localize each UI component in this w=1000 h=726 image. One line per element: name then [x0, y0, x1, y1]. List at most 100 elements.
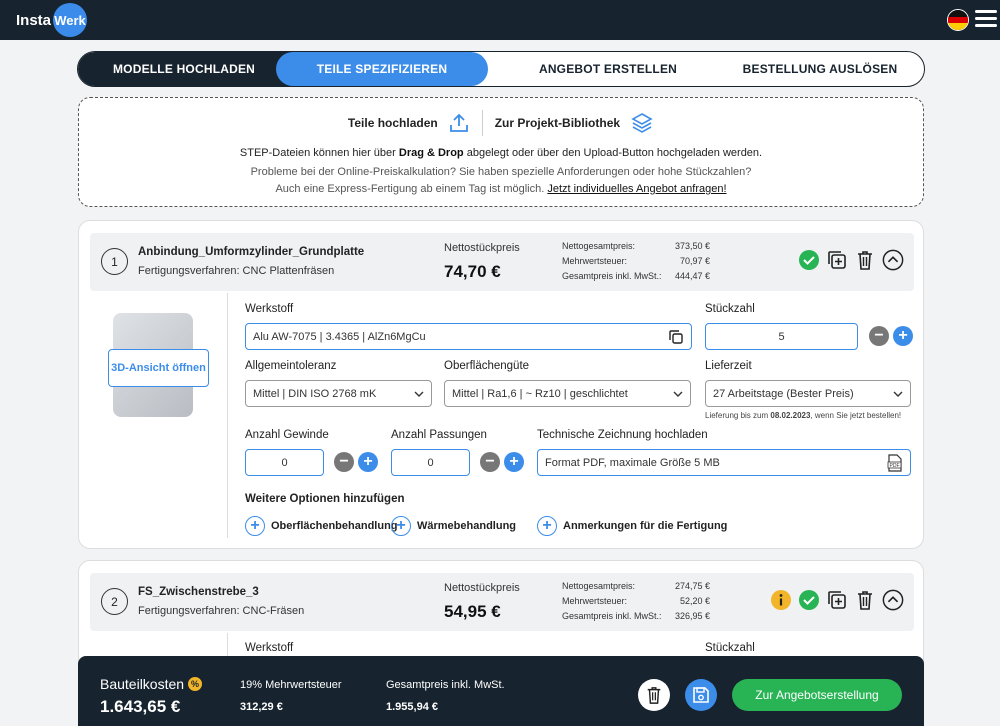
drawing-label: Technische Zeichnung hochladen — [537, 429, 708, 441]
vat-total: 52,20 € — [679, 596, 710, 606]
top-bar: Insta Werk — [0, 0, 1000, 40]
material-field[interactable]: Alu AW-7075 | 3.4365 | AlZn6MgCu — [245, 323, 692, 350]
trash-icon[interactable] — [854, 589, 876, 611]
unit-price: 74,70 € — [444, 262, 501, 281]
add-heat-treatment-button[interactable]: + Wärmebehandlung — [391, 516, 516, 536]
pdf-icon[interactable]: PDF — [887, 453, 903, 472]
upload-parts-button[interactable]: Teile hochladen — [336, 112, 482, 134]
summary-bar: Bauteilkosten % 1.643,65 € 19% Mehrwerts… — [78, 656, 924, 726]
trash-icon[interactable] — [854, 249, 876, 271]
fits-label: Anzahl Passungen — [391, 429, 487, 441]
add-surface-treatment-button[interactable]: + Oberflächenbehandlung — [245, 516, 398, 536]
chevron-down-icon — [673, 391, 683, 397]
duplicate-icon[interactable] — [826, 589, 848, 611]
chevron-down-icon — [893, 391, 903, 397]
tolerance-select[interactable]: Mittel | DIN ISO 2768 mK — [245, 380, 432, 407]
threads-stepper: − + — [334, 452, 378, 472]
check-icon — [798, 249, 820, 271]
step-create-quote[interactable]: ANGEBOT ERSTELLEN — [502, 52, 714, 86]
material-label: Werkstoff — [245, 303, 294, 315]
upload-express-text: Auch eine Express-Fertigung ab einem Tag… — [275, 183, 727, 195]
chevron-up-icon[interactable] — [882, 589, 904, 611]
flag-de-icon[interactable] — [947, 9, 969, 31]
delivery-label: Lieferzeit — [705, 360, 752, 372]
part-number: 1 — [101, 248, 128, 275]
unit-price-label: Nettostückpreis — [444, 242, 520, 254]
custom-quote-link[interactable]: Jetzt individuelles Angebot anfragen! — [547, 183, 726, 195]
vat-value: 312,29 € — [240, 701, 283, 713]
quantity-label: Stückzahl — [705, 642, 755, 654]
tolerance-label: Allgemeintoleranz — [245, 360, 337, 372]
upload-dropzone[interactable]: Teile hochladen Zur Projekt-Bibliothek S… — [78, 97, 924, 207]
vat-total: 70,97 € — [679, 256, 710, 266]
net-total: 274,75 € — [674, 581, 710, 591]
quantity-stepper: − + — [869, 326, 913, 346]
percent-icon[interactable]: % — [188, 677, 203, 691]
vat-label: 19% Mehrwertsteuer — [240, 679, 342, 691]
plus-circle-icon: + — [245, 516, 265, 536]
upload-label: Teile hochladen — [347, 116, 438, 130]
add-manufacturing-notes-button[interactable]: + Anmerkungen für die Fertigung — [537, 516, 727, 536]
quantity-label: Stückzahl — [705, 303, 755, 315]
duplicate-icon[interactable] — [826, 249, 848, 271]
go-to-quote-button[interactable]: Zur Angebotserstellung — [732, 679, 902, 711]
delivery-select[interactable]: 27 Arbeitstage (Bester Preis) — [705, 380, 911, 407]
price-summary: Nettogesamtpreis: 274,75 € Mehrwertsteuer… — [562, 581, 710, 626]
threads-increase-button[interactable]: + — [358, 452, 378, 472]
menu-icon[interactable] — [975, 10, 997, 30]
open-3d-view-button[interactable]: 3D-Ansicht öffnen — [108, 349, 209, 387]
gross-total: 326,95 € — [674, 611, 710, 621]
part-card: 1 Anbindung_Umformzylinder_Grundplatte F… — [78, 220, 924, 549]
drawing-upload-field[interactable]: Format PDF, maximale Größe 5 MB PDF — [537, 449, 911, 476]
step-place-order[interactable]: BESTELLUNG AUSLÖSEN — [714, 52, 924, 86]
logo-text-insta: Insta — [16, 11, 52, 29]
surface-label: Oberflächengüte — [444, 360, 530, 372]
net-total: 373,50 € — [674, 241, 710, 251]
fits-increase-button[interactable]: + — [504, 452, 524, 472]
trash-icon — [647, 687, 661, 704]
delivery-note: Lieferung bis zum 08.02.2023, wenn Sie j… — [705, 411, 902, 420]
part-number: 2 — [101, 588, 128, 615]
plus-circle-icon: + — [537, 516, 557, 536]
quantity-increase-button[interactable]: + — [893, 326, 913, 346]
check-icon — [798, 589, 820, 611]
part-process: Fertigungsverfahren: CNC-Fräsen — [138, 605, 305, 617]
chevron-down-icon — [414, 391, 424, 397]
project-library-button[interactable]: Zur Projekt-Bibliothek — [483, 111, 666, 135]
save-icon — [693, 687, 709, 703]
surface-select[interactable]: Mittel | Ra1,6 | ~ Rz10 | geschlichtet — [444, 380, 691, 407]
logo[interactable]: Insta Werk — [16, 3, 88, 37]
material-label: Werkstoff — [245, 642, 294, 654]
unit-price: 54,95 € — [444, 602, 501, 621]
info-icon[interactable] — [770, 589, 792, 611]
step-specify-parts[interactable]: TEILE SPEZIFIZIEREN — [276, 52, 488, 86]
part-cost-value: 1.643,65 € — [100, 697, 181, 716]
part-name: FS_Zwischenstrebe_3 — [138, 586, 259, 598]
fits-input[interactable]: 0 — [391, 449, 470, 476]
logo-text-werk: Werk — [53, 3, 88, 37]
threads-input[interactable]: 0 — [245, 449, 324, 476]
library-label: Zur Projekt-Bibliothek — [494, 116, 621, 130]
delete-all-button[interactable] — [638, 679, 670, 711]
upload-help-text: Probleme bei der Online-Preiskalkulation… — [250, 166, 752, 178]
price-summary: Nettogesamtpreis: 373,50 € Mehrwertsteuer… — [562, 241, 710, 286]
part-name: Anbindung_Umformzylinder_Grundplatte — [138, 246, 365, 258]
fits-decrease-button[interactable]: − — [480, 452, 500, 472]
save-button[interactable] — [685, 679, 717, 711]
layers-icon — [630, 111, 654, 135]
part-header: 2 FS_Zwischenstrebe_3 Fertigungsverfahre… — [90, 573, 914, 631]
progress-stepper: MODELLE HOCHLADEN TEILE SPEZIFIZIEREN AN… — [77, 51, 925, 87]
chevron-up-icon[interactable] — [882, 249, 904, 271]
upload-hint: STEP-Dateien können hier über Drag & Dro… — [239, 147, 763, 159]
gross-total: 444,47 € — [674, 271, 710, 281]
threads-decrease-button[interactable]: − — [334, 452, 354, 472]
part-process: Fertigungsverfahren: CNC Plattenfräsen — [138, 265, 335, 277]
divider — [227, 293, 228, 538]
copy-icon[interactable] — [668, 329, 684, 345]
step-upload-models[interactable]: MODELLE HOCHLADEN — [78, 52, 290, 86]
fits-stepper: − + — [480, 452, 524, 472]
quantity-decrease-button[interactable]: − — [869, 326, 889, 346]
part-header: 1 Anbindung_Umformzylinder_Grundplatte F… — [90, 233, 914, 291]
quantity-input[interactable]: 5 — [705, 323, 858, 350]
part-cost-label: Bauteilkosten % — [100, 676, 203, 692]
